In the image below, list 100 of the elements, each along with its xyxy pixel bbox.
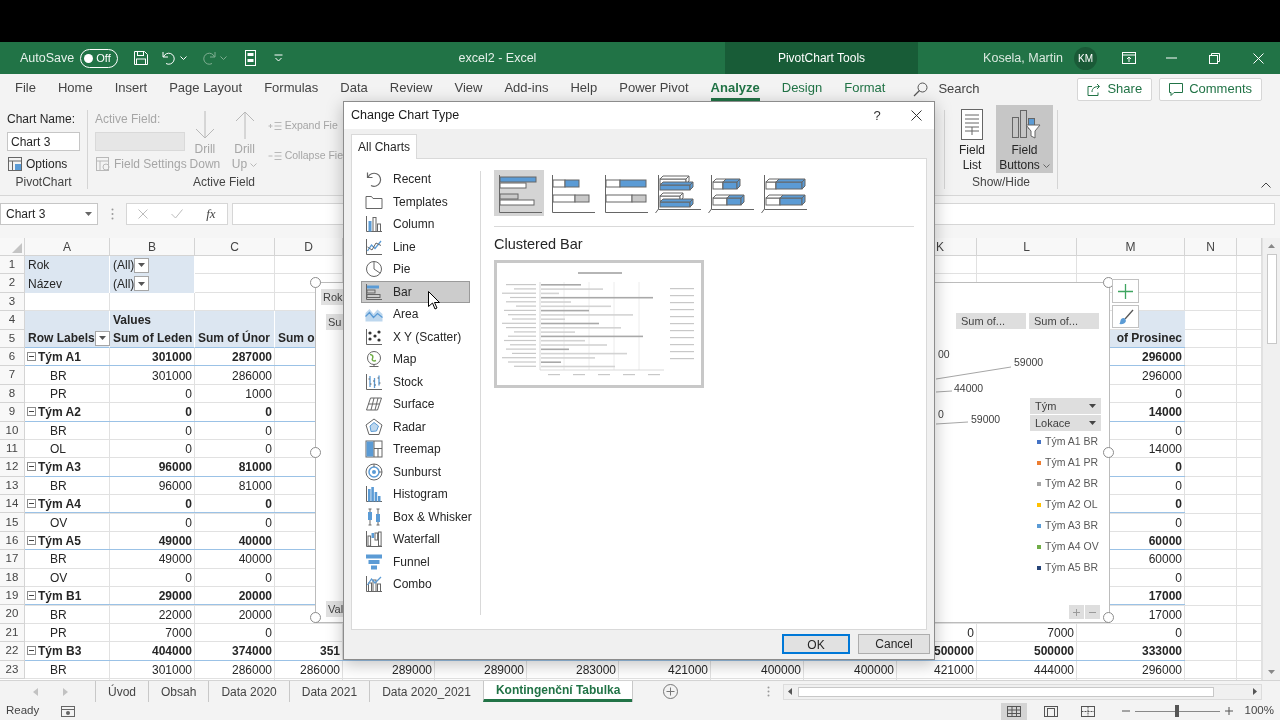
chart-type-item[interactable]: Surface (361, 393, 470, 416)
ribbon-display-options-icon[interactable] (1121, 52, 1136, 64)
zoom-slider-thumb[interactable] (1175, 705, 1180, 717)
collapse-icon[interactable] (27, 352, 36, 362)
chart-styles-button[interactable] (1112, 305, 1139, 328)
scroll-down-icon[interactable] (1268, 670, 1275, 674)
macro-recording-icon[interactable] (61, 705, 76, 717)
dropdown-button[interactable] (134, 257, 150, 273)
chart-type-item[interactable]: Treemap (361, 438, 470, 461)
value-field-button[interactable]: Sum of... (1029, 313, 1099, 329)
row-header[interactable]: 15 (0, 513, 25, 532)
field-list-button[interactable]: Field List (953, 105, 991, 173)
collapse-ribbon-icon[interactable] (1261, 182, 1271, 188)
collapse-icon[interactable] (27, 536, 36, 546)
comments-button[interactable]: Comments (1159, 77, 1262, 101)
chart-type-item[interactable]: Templates (361, 190, 470, 213)
undo-icon[interactable] (161, 50, 178, 66)
customize-toolbar-icon[interactable] (274, 54, 284, 62)
zoom-slider[interactable] (1134, 705, 1220, 717)
row-header[interactable]: 14 (0, 495, 25, 514)
collapse-icon[interactable] (27, 462, 36, 472)
sheet-col-header[interactable]: C (195, 238, 275, 256)
value-field-button[interactable]: Sum of... (956, 313, 1026, 329)
sheet-tab[interactable]: Kontingenční Tabulka (482, 681, 633, 702)
ribbon-tab[interactable]: Insert (114, 77, 148, 101)
collapse-icon[interactable] (27, 499, 36, 509)
row-header[interactable]: 1 (0, 256, 25, 275)
dropdown-button[interactable] (94, 330, 110, 346)
resize-handle[interactable] (310, 447, 321, 458)
chart-subtype-button[interactable] (494, 170, 544, 216)
ribbon-tab[interactable]: Format (844, 77, 886, 101)
zoom-in-icon[interactable] (1224, 707, 1233, 715)
check-icon[interactable] (171, 209, 184, 219)
sheet-col-header[interactable]: B (110, 238, 195, 256)
scrollbar-thumb[interactable] (1266, 254, 1277, 344)
row-header[interactable]: 20 (0, 605, 25, 624)
row-header[interactable]: 19 (0, 587, 25, 606)
user-avatar[interactable]: KM (1074, 46, 1097, 70)
sheet-col-header[interactable]: A (25, 238, 110, 256)
chart-type-item[interactable]: Histogram (361, 483, 470, 506)
restore-icon[interactable] (1209, 52, 1220, 64)
resize-handle[interactable] (310, 277, 321, 288)
chart-elements-button[interactable] (1112, 279, 1139, 303)
sheet-col-header[interactable]: M (1077, 238, 1185, 256)
ribbon-tab[interactable]: Design (781, 77, 823, 101)
ribbon-tab[interactable]: Review (389, 77, 433, 101)
dialog-button[interactable]: OK (782, 634, 850, 654)
ribbon-tab[interactable]: Power Pivot (619, 77, 689, 101)
sheet-col-header[interactable]: N (1185, 238, 1237, 256)
expand-entire-field-button[interactable] (1069, 605, 1084, 619)
row-header[interactable]: 22 (0, 642, 25, 661)
row-header[interactable]: 9 (0, 403, 25, 422)
chart-type-item[interactable]: Box & Whisker (361, 505, 470, 528)
dialog-button[interactable]: Cancel (858, 634, 930, 654)
resize-handle[interactable] (1103, 447, 1114, 458)
scroll-left-icon[interactable] (788, 688, 792, 695)
ribbon-tab[interactable]: Page Layout (169, 77, 243, 101)
chart-type-item[interactable]: Area (361, 303, 470, 326)
chart-type-item[interactable]: Bar (361, 280, 470, 303)
chart-type-item[interactable]: Pie (361, 258, 470, 281)
collapse-icon[interactable] (27, 407, 36, 417)
help-button[interactable]: ? (862, 102, 892, 129)
sheet-col-header[interactable]: D (275, 238, 343, 256)
ribbon-tab[interactable]: Help (570, 77, 598, 101)
row-header[interactable]: 7 (0, 366, 25, 385)
ribbon-tab[interactable]: File (15, 77, 36, 101)
chart-type-item[interactable]: Recent (361, 168, 470, 191)
insert-function-button[interactable]: fx (206, 204, 216, 224)
legend-field-button[interactable]: Tým (1030, 398, 1101, 414)
ribbon-tab[interactable]: Home (57, 77, 93, 101)
save-icon[interactable] (133, 50, 150, 66)
row-header[interactable]: 17 (0, 550, 25, 569)
sheet-col-header[interactable]: L (977, 238, 1077, 256)
dialog-tab[interactable]: All Charts (351, 134, 417, 159)
chart-name-field[interactable]: Chart 3 (7, 132, 80, 151)
chart-type-item[interactable]: Column (361, 213, 470, 236)
ribbon-tab[interactable]: View (454, 77, 483, 101)
touch-mode-icon[interactable] (245, 50, 257, 66)
row-header[interactable]: 12 (0, 458, 25, 477)
chart-type-item[interactable]: Waterfall (361, 528, 470, 551)
field-button[interactable]: Rok (321, 289, 344, 305)
chart-type-item[interactable]: Map (361, 348, 470, 371)
ribbon-tab[interactable]: Data (340, 77, 368, 101)
close-icon[interactable] (1252, 52, 1264, 64)
scroll-right-icon[interactable] (1253, 688, 1257, 695)
ribbon-tab[interactable]: Formulas (264, 77, 319, 101)
row-header[interactable]: 2 (0, 274, 25, 293)
collapse-entire-field-button[interactable] (1085, 605, 1100, 619)
chart-type-item[interactable]: Sunburst (361, 460, 470, 483)
chart-type-item[interactable]: Stock (361, 370, 470, 393)
scrollbar-thumb[interactable] (798, 686, 1214, 697)
options-button[interactable]: Options (7, 155, 80, 173)
ribbon-tab[interactable]: Add-ins (504, 77, 549, 101)
add-sheet-icon[interactable] (663, 684, 679, 699)
chart-type-item[interactable]: Combo (361, 573, 470, 596)
scroll-up-icon[interactable] (1268, 244, 1275, 248)
dropdown-button[interactable] (134, 276, 150, 292)
legend-field-button[interactable]: Lokace (1030, 415, 1101, 431)
chart-type-item[interactable]: Line (361, 235, 470, 258)
collapse-icon[interactable] (27, 646, 36, 656)
